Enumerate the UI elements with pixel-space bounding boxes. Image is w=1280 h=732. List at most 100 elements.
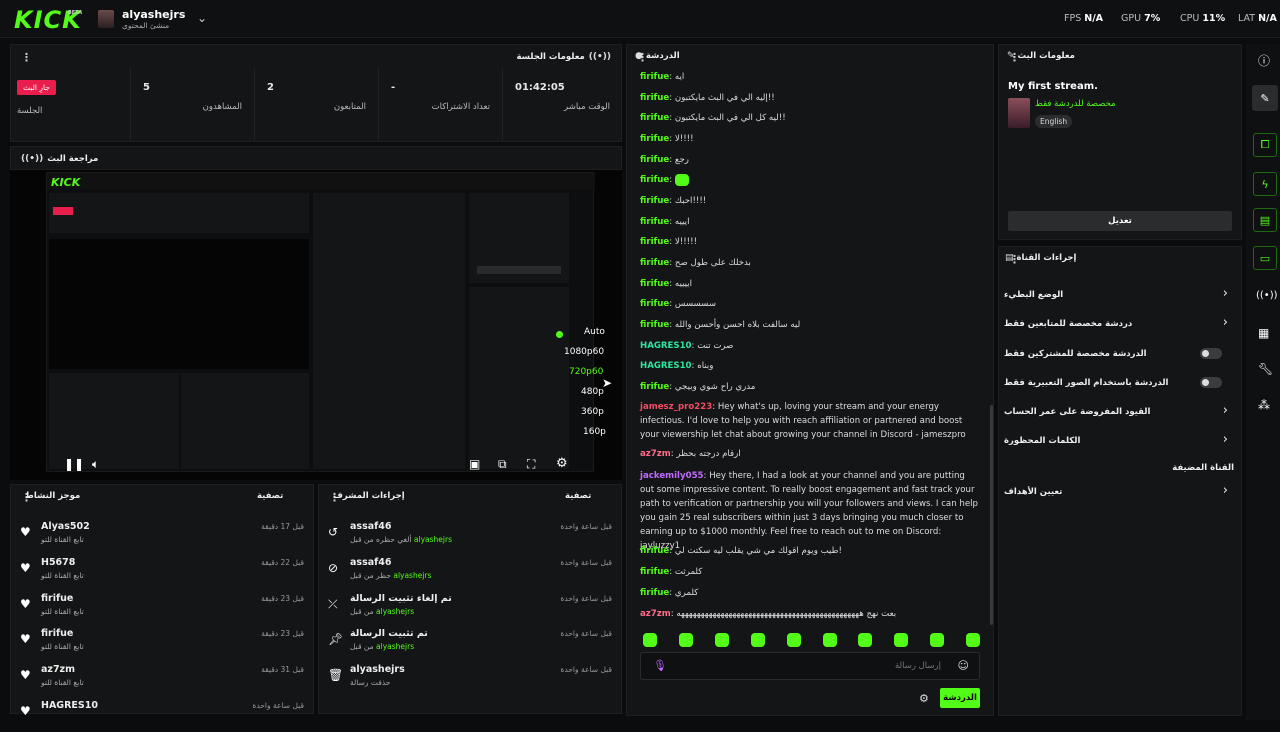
pause-icon[interactable]: ❚❚ bbox=[64, 457, 84, 471]
mod-action-by[interactable]: alyashejrs bbox=[414, 535, 452, 544]
quality-option[interactable]: 1080p60 bbox=[564, 347, 604, 357]
chat-username[interactable]: firifue bbox=[640, 217, 669, 227]
mod-action-name[interactable]: تم تثبيت الرسالة bbox=[350, 628, 428, 639]
quality-option[interactable]: 480p bbox=[581, 387, 604, 397]
chevron-right-icon[interactable]: › bbox=[1223, 315, 1228, 330]
chat-username[interactable]: firifue bbox=[640, 588, 669, 598]
emote-icon[interactable] bbox=[930, 633, 945, 647]
chat-username[interactable]: firifue bbox=[640, 134, 669, 144]
wrench-icon[interactable]: 🔧︎ bbox=[1258, 362, 1273, 376]
chat-username[interactable]: firifue bbox=[640, 279, 669, 289]
channel-action-item[interactable]: القناة المضيفة bbox=[1000, 459, 1240, 477]
edit-stream-button[interactable]: تعديل bbox=[1008, 211, 1232, 231]
chat-username[interactable]: firifue bbox=[640, 196, 669, 206]
theater-mode-icon[interactable]: ▣ bbox=[469, 457, 480, 471]
more-icon[interactable]: ⋮ bbox=[21, 51, 32, 64]
emote-icon[interactable] bbox=[750, 633, 765, 647]
lightning-icon[interactable]: ϟ bbox=[1253, 172, 1277, 196]
category-name[interactable]: مخصصة للدردشة فقط bbox=[1035, 99, 1116, 109]
volume-icon[interactable]: 🔈︎ bbox=[92, 457, 99, 472]
avatar[interactable] bbox=[98, 10, 114, 28]
emoji-picker-icon[interactable]: ☺ bbox=[958, 659, 969, 672]
quality-option-selected[interactable]: 720p60 bbox=[569, 367, 603, 377]
toggle-switch[interactable] bbox=[1200, 377, 1222, 388]
chat-username[interactable]: firifue bbox=[640, 93, 669, 103]
chevron-right-icon[interactable]: › bbox=[1223, 403, 1228, 418]
emote-icon[interactable] bbox=[643, 633, 657, 647]
emote-icon[interactable] bbox=[858, 633, 873, 647]
chat-username[interactable]: HAGRES10 bbox=[640, 341, 692, 351]
chat-settings-gear-icon[interactable]: ⚙ bbox=[919, 692, 929, 705]
activity-user[interactable]: H5678 bbox=[41, 557, 75, 568]
activity-user[interactable]: firifue bbox=[41, 593, 73, 604]
stream-preview-video[interactable]: KICK Auto 1080p60 720p60 480p 360p 160p … bbox=[10, 170, 622, 480]
screenshot-icon[interactable]: ⧠ bbox=[1253, 133, 1277, 157]
username[interactable]: alyashejrs bbox=[122, 8, 185, 21]
edit-pencil-icon[interactable]: ✎ bbox=[1252, 85, 1278, 111]
chat-username[interactable]: HAGRES10 bbox=[640, 361, 692, 371]
mod-action-name[interactable]: تم إلغاء تثبيت الرسالة bbox=[350, 593, 452, 604]
activity-filter[interactable]: تصفية bbox=[257, 491, 283, 501]
channel-action-item[interactable]: الكلمات المحظورة › bbox=[1000, 432, 1240, 450]
settings-gear-icon[interactable]: ⚙ bbox=[556, 456, 568, 471]
info-icon[interactable]: ⓘ bbox=[1258, 52, 1270, 69]
chat-username[interactable]: firifue bbox=[640, 567, 669, 577]
chat-username[interactable]: firifue bbox=[640, 320, 669, 330]
chat-input-box[interactable]: 🎙︎ إرسال رسالة ☺ bbox=[640, 652, 980, 680]
channel-action-item[interactable]: الدردشة باستخدام الصور التعبيرية فقط bbox=[1000, 374, 1240, 392]
quality-option[interactable]: 160p bbox=[583, 427, 606, 437]
chat-scrollbar[interactable] bbox=[990, 405, 993, 625]
send-chat-button[interactable]: الدردشة bbox=[940, 688, 980, 708]
layout-icon[interactable]: ▦ bbox=[1258, 326, 1269, 340]
chevron-down-icon[interactable]: ⌄ bbox=[197, 11, 207, 25]
quality-option[interactable]: Auto bbox=[584, 327, 605, 337]
notes-icon[interactable]: ▤ bbox=[1253, 208, 1277, 232]
microphone-icon[interactable]: 🎙︎ bbox=[653, 659, 667, 672]
channel-action-item[interactable]: الوضع البطيء › bbox=[1000, 286, 1240, 304]
chat-username[interactable]: az7zm bbox=[640, 449, 671, 459]
channel-action-item[interactable]: القيود المفروضة على عمر الحساب › bbox=[1000, 403, 1240, 421]
chat-icon[interactable]: ▭ bbox=[1253, 246, 1277, 270]
mod-action-by[interactable]: alyashejrs bbox=[393, 571, 431, 580]
mod-action-name[interactable]: assaf46 bbox=[350, 557, 391, 568]
chat-username[interactable]: firifue bbox=[640, 237, 669, 247]
chat-username[interactable]: firifue bbox=[640, 175, 669, 185]
emote-icon[interactable] bbox=[894, 633, 909, 647]
pip-icon[interactable]: ⧉ bbox=[498, 457, 507, 472]
chat-username[interactable]: jamesz_pro223 bbox=[640, 402, 712, 412]
emote-icon[interactable] bbox=[678, 633, 693, 647]
mod-action-name[interactable]: alyashejrs bbox=[350, 664, 405, 675]
activity-user[interactable]: firifue bbox=[41, 628, 73, 639]
chat-username[interactable]: firifue bbox=[640, 258, 669, 268]
broadcast-rail-icon[interactable]: ((•)) bbox=[1256, 290, 1278, 301]
mod-action-by[interactable]: alyashejrs bbox=[376, 607, 414, 616]
chat-username[interactable]: firifue bbox=[640, 299, 669, 309]
chevron-right-icon[interactable]: › bbox=[1223, 483, 1228, 498]
chevron-right-icon[interactable]: › bbox=[1223, 432, 1228, 447]
chat-username[interactable]: firifue bbox=[640, 72, 669, 82]
chat-input-placeholder[interactable]: إرسال رسالة bbox=[895, 661, 941, 671]
chat-username[interactable]: az7zm bbox=[640, 609, 671, 619]
quality-option[interactable]: 360p bbox=[581, 407, 604, 417]
channel-action-item[interactable]: دردشة مخصصة للمتابعين فقط › bbox=[1000, 315, 1240, 333]
mod-action-by[interactable]: alyashejrs bbox=[376, 642, 414, 651]
mod-filter[interactable]: تصفية bbox=[565, 491, 591, 501]
apps-icon[interactable]: ⁂ bbox=[1258, 398, 1270, 412]
mod-action-name[interactable]: assaf46 bbox=[350, 521, 391, 532]
emote-icon[interactable] bbox=[966, 633, 981, 647]
chat-username[interactable]: firifue bbox=[640, 113, 669, 123]
activity-user[interactable]: Alyas502 bbox=[41, 521, 90, 532]
chat-username[interactable]: firifue bbox=[640, 382, 669, 392]
chat-username[interactable]: jackemily055 bbox=[640, 471, 704, 481]
channel-action-item[interactable]: تعيين الأهداف › bbox=[1000, 483, 1240, 501]
activity-user[interactable]: HAGRES10 bbox=[41, 700, 98, 711]
emote-icon[interactable] bbox=[822, 633, 837, 647]
emote-icon[interactable] bbox=[786, 633, 801, 647]
emote-icon[interactable] bbox=[714, 633, 729, 647]
chat-username[interactable]: firifue bbox=[640, 155, 669, 165]
toggle-switch[interactable] bbox=[1200, 348, 1222, 359]
chevron-right-icon[interactable]: › bbox=[1223, 286, 1228, 301]
activity-user[interactable]: az7zm bbox=[41, 664, 75, 675]
channel-action-item[interactable]: الدردشة مخصصة للمشتركين فقط bbox=[1000, 345, 1240, 363]
fullscreen-icon[interactable]: ⛶ bbox=[527, 457, 535, 472]
